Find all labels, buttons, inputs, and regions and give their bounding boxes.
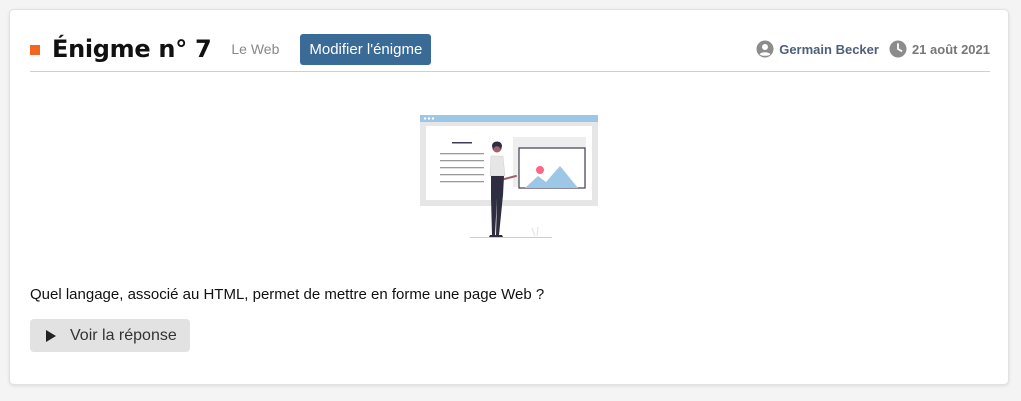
publish-date: 21 août 2021 — [911, 41, 990, 57]
header-divider — [30, 71, 990, 72]
page-title: Énigme n° 7 — [52, 35, 212, 63]
orange-square-icon — [30, 45, 40, 55]
author-link[interactable]: Germain Becker — [779, 42, 879, 57]
show-answer-label: Voir la réponse — [70, 326, 177, 344]
card-header: Énigme n° 7 Le Web Modifier l'énigme Ger… — [30, 27, 990, 71]
category-label: Le Web — [231, 41, 280, 57]
clock-icon — [889, 40, 907, 58]
edit-enigma-button[interactable]: Modifier l'énigme — [300, 33, 432, 65]
enigma-card: Énigme n° 7 Le Web Modifier l'énigme Ger… — [9, 9, 1009, 385]
question-text: Quel langage, associé au HTML, permet de… — [30, 286, 545, 303]
meta-info: Germain Becker 21 août 2021 — [756, 40, 990, 58]
show-answer-button[interactable]: Voir la réponse — [30, 319, 190, 352]
play-icon — [46, 329, 56, 342]
user-circle-icon — [756, 40, 774, 58]
woman-presenting-web-page-illustration — [418, 110, 600, 242]
